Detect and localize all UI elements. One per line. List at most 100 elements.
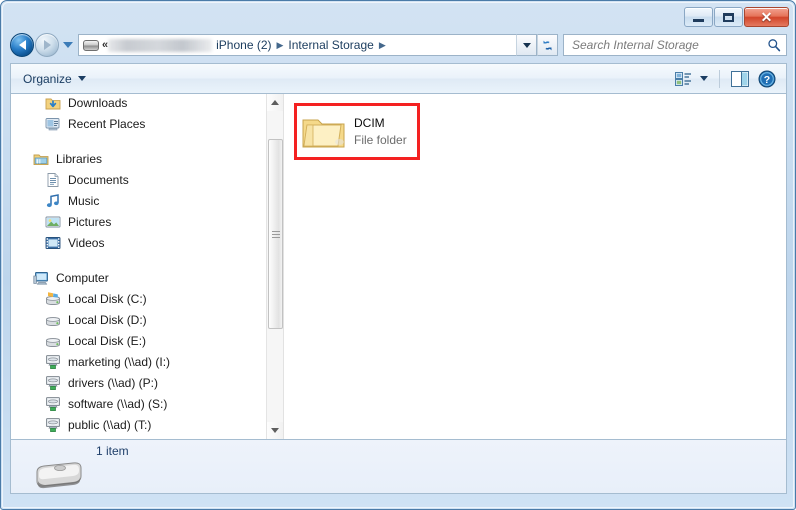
sidebar-item-label: Pictures: [68, 214, 112, 229]
sidebar-item-label: Music: [68, 193, 100, 208]
sidebar-item-recent-places[interactable]: Recent Places: [11, 113, 266, 134]
toolbar-divider: [719, 69, 720, 88]
network-drive-icon: [45, 354, 61, 370]
close-icon: ✕: [760, 9, 773, 25]
sidebar-item-label: Documents: [68, 172, 129, 187]
view-options-button[interactable]: [671, 69, 696, 89]
title-bar: ✕: [1, 1, 795, 29]
file-name: DCIM: [354, 116, 385, 131]
address-bar-row: « iPhone (2) ▶ Internal Storage ▶ Search…: [1, 29, 795, 61]
file-item-dcim[interactable]: DCIM File folder: [294, 103, 420, 160]
sidebar-item-public-ad-t[interactable]: public (\\ad) (T:): [11, 414, 266, 435]
toolbar: Organize ?: [10, 63, 787, 93]
breadcrumb-item-storage[interactable]: Internal Storage: [288, 38, 373, 52]
window-controls: ✕: [684, 7, 789, 27]
explorer-window: ✕ « iPhone (2) ▶ Internal Storage ▶ Sear…: [0, 0, 796, 510]
minimize-button[interactable]: [684, 7, 713, 27]
file-item-text: DCIM File folder: [354, 115, 407, 147]
network-drive-icon: [45, 375, 61, 391]
recent-places-icon: [45, 116, 61, 132]
sidebar-item-label: drivers (\\ad) (P:): [68, 375, 159, 390]
help-button[interactable]: ?: [754, 68, 780, 90]
portable-drive-icon: [33, 458, 85, 490]
sidebar-item-local-disk-e[interactable]: Local Disk (E:): [11, 330, 266, 351]
sidebar-item-label: public (\\ad) (T:): [68, 417, 152, 432]
svg-text:?: ?: [764, 74, 770, 86]
file-type: File folder: [354, 132, 407, 147]
sidebar-item-label: Videos: [68, 235, 105, 250]
scrollbar-thumb[interactable]: [268, 139, 283, 329]
nav-group-spacer: [11, 253, 266, 267]
computer-icon: [33, 270, 49, 286]
breadcrumb-overflow-icon[interactable]: «: [102, 39, 108, 51]
scrollbar-grip-icon: [271, 230, 280, 238]
sidebar-item-videos[interactable]: Videos: [11, 232, 266, 253]
sidebar-item-computer[interactable]: Computer: [11, 267, 266, 288]
preview-pane-button[interactable]: [727, 69, 754, 89]
file-list-pane[interactable]: DCIM File folder: [283, 94, 786, 439]
sidebar-item-software-ad-s[interactable]: software (\\ad) (S:): [11, 393, 266, 414]
system-disk-icon: [45, 291, 61, 307]
arrow-right-icon: [43, 40, 51, 50]
sidebar-item-libraries[interactable]: Libraries: [11, 148, 266, 169]
scroll-down-button[interactable]: [267, 422, 283, 439]
chevron-down-icon: [522, 42, 531, 48]
folder-icon: [302, 119, 345, 147]
navigation-pane[interactable]: Downloads Recent Places Libraries Documents…: [11, 94, 283, 439]
breadcrumb-separator-icon[interactable]: ▶: [379, 40, 386, 51]
address-history-button[interactable]: [516, 34, 537, 56]
search-icon[interactable]: [767, 38, 781, 52]
sidebar-item-local-disk-c[interactable]: Local Disk (C:): [11, 288, 266, 309]
organize-label: Organize: [23, 71, 72, 86]
breadcrumb-item-device[interactable]: iPhone (2): [216, 38, 271, 52]
maximize-button[interactable]: [714, 7, 743, 27]
refresh-icon: [541, 39, 554, 52]
close-button[interactable]: ✕: [744, 7, 789, 27]
disk-icon: [45, 333, 61, 349]
sidebar-item-downloads[interactable]: Downloads: [11, 94, 266, 113]
navigation-tree: Downloads Recent Places Libraries Documents…: [11, 94, 266, 435]
search-box[interactable]: Search Internal Storage: [563, 34, 787, 56]
sidebar-item-label: Local Disk (E:): [68, 333, 147, 348]
breadcrumb-separator-icon[interactable]: ▶: [277, 40, 284, 51]
sidebar-item-pictures[interactable]: Pictures: [11, 211, 266, 232]
navigation-scrollbar[interactable]: [266, 94, 283, 439]
portable-device-icon: [83, 39, 99, 51]
sidebar-item-label: Local Disk (C:): [68, 291, 147, 306]
address-bar-buttons: [516, 34, 558, 56]
scroll-up-arrow-icon: [271, 100, 279, 105]
videos-icon: [45, 235, 61, 251]
music-icon: [45, 193, 61, 209]
scroll-up-button[interactable]: [267, 94, 283, 111]
preview-pane-icon: [731, 70, 749, 87]
view-options-caret[interactable]: [696, 74, 712, 83]
network-drive-icon: [45, 417, 61, 433]
help-icon: ?: [758, 70, 776, 87]
sidebar-item-marketing-ad-i[interactable]: marketing (\\ad) (I:): [11, 351, 266, 372]
minimize-icon: [693, 18, 704, 22]
status-bar: 1 item: [10, 440, 787, 494]
back-button[interactable]: [10, 33, 34, 57]
sidebar-item-documents[interactable]: Documents: [11, 169, 266, 190]
explorer-body: Downloads Recent Places Libraries Documents…: [10, 93, 787, 440]
item-count-label: 1 item: [96, 444, 129, 458]
forward-button[interactable]: [35, 33, 59, 57]
view-options-icon: [675, 71, 691, 86]
organize-button[interactable]: Organize: [21, 69, 92, 89]
search-input[interactable]: Search Internal Storage: [572, 38, 767, 52]
sidebar-item-label: Recent Places: [68, 116, 146, 131]
sidebar-item-local-disk-d[interactable]: Local Disk (D:): [11, 309, 266, 330]
maximize-icon: [723, 12, 734, 22]
sidebar-item-label: Local Disk (D:): [68, 312, 147, 327]
sidebar-item-label: software (\\ad) (S:): [68, 396, 168, 411]
libraries-icon: [33, 151, 49, 167]
address-bar[interactable]: « iPhone (2) ▶ Internal Storage ▶: [78, 34, 516, 56]
recent-locations-icon[interactable]: [63, 42, 73, 48]
disk-icon: [45, 312, 61, 328]
sidebar-item-drivers-ad-p[interactable]: drivers (\\ad) (P:): [11, 372, 266, 393]
refresh-button[interactable]: [537, 34, 558, 56]
sidebar-item-music[interactable]: Music: [11, 190, 266, 211]
sidebar-item-label: Downloads: [68, 95, 128, 110]
pictures-icon: [45, 214, 61, 230]
nav-group-spacer: [11, 134, 266, 148]
